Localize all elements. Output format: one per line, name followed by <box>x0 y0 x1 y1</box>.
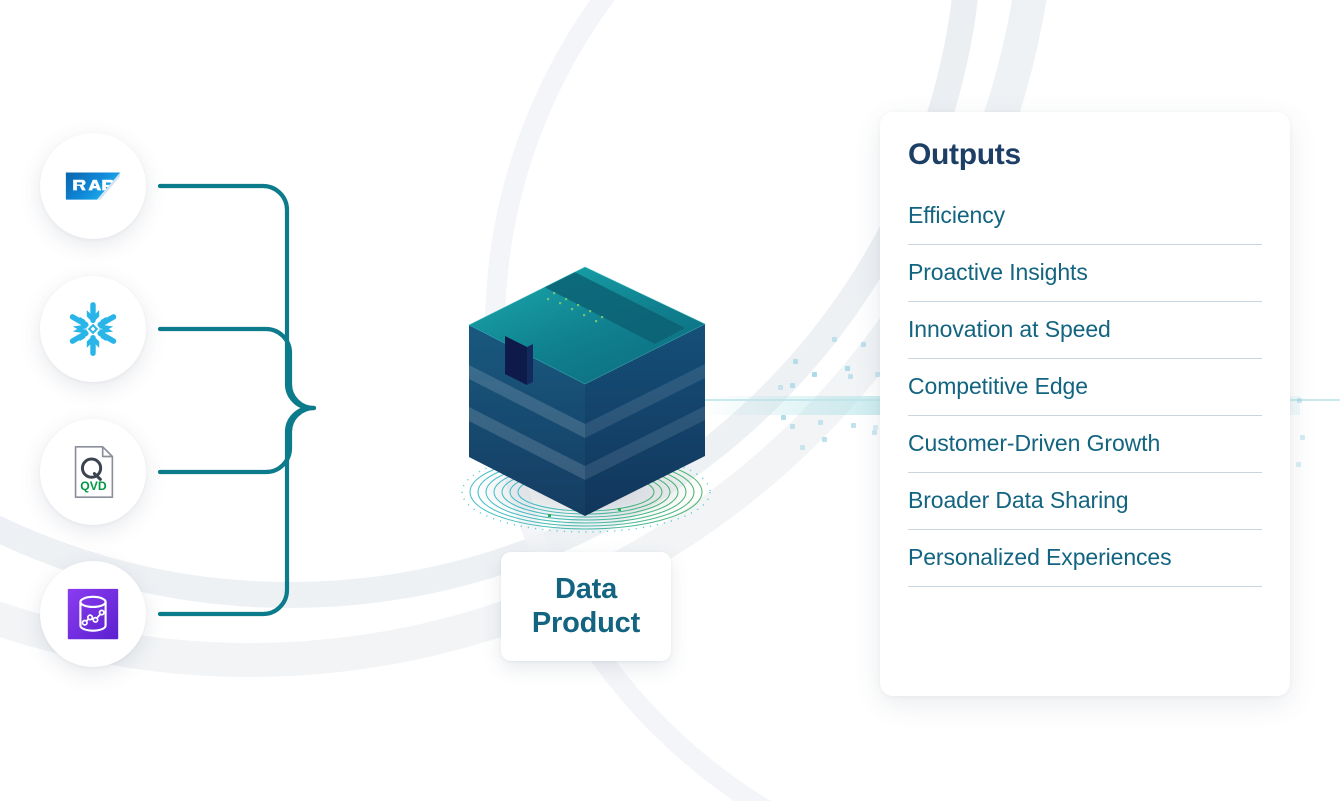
output-item-personalized-experiences[interactable]: Personalized Experiences <box>908 530 1262 587</box>
source-node-sap[interactable] <box>40 133 146 239</box>
output-item-customer-driven-growth[interactable]: Customer-Driven Growth <box>908 416 1262 473</box>
output-item-broader-data-sharing[interactable]: Broader Data Sharing <box>908 473 1262 530</box>
source-node-snowflake[interactable] <box>40 276 146 382</box>
outputs-panel: Outputs Efficiency Proactive Insights In… <box>880 112 1290 696</box>
sap-logo-icon <box>65 172 121 200</box>
output-item-innovation-at-speed[interactable]: Innovation at Speed <box>908 302 1262 359</box>
output-item-proactive-insights[interactable]: Proactive Insights <box>908 245 1262 302</box>
database-chart-icon <box>67 588 119 640</box>
outputs-list: Efficiency Proactive Insights Innovation… <box>908 188 1262 587</box>
data-cube-icon <box>449 252 749 552</box>
diagram-canvas: QVD Data Product Outputs Efficiency Proa… <box>0 0 1340 801</box>
snowflake-logo-icon <box>69 302 117 356</box>
qvd-file-icon: QVD <box>74 445 114 499</box>
source-node-qvd[interactable]: QVD <box>40 419 146 525</box>
output-item-efficiency[interactable]: Efficiency <box>908 188 1262 245</box>
qvd-label: QVD <box>80 479 107 493</box>
data-product-label-line1: Data <box>554 572 618 605</box>
output-item-competitive-edge[interactable]: Competitive Edge <box>908 359 1262 416</box>
source-node-database[interactable] <box>40 561 146 667</box>
data-product-label-card: Data Product <box>501 552 671 661</box>
data-product-label-line2: Product <box>531 606 641 639</box>
outputs-panel-title: Outputs <box>908 138 1021 171</box>
